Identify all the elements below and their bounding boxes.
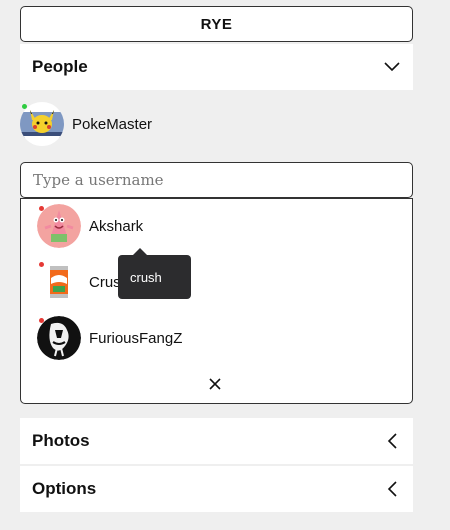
patrick-avatar: [37, 204, 81, 248]
username-search-input[interactable]: [21, 163, 412, 197]
options-section-header[interactable]: Options: [20, 466, 413, 512]
offline-status-icon: [39, 206, 44, 211]
suggestion-username: FuriousFangZ: [89, 329, 183, 347]
people-section-title: People: [32, 57, 88, 76]
chevron-left-icon[interactable]: [383, 480, 401, 498]
room-name: RYE: [200, 15, 233, 33]
list-item[interactable]: Akshark: [37, 203, 143, 249]
list-item[interactable]: FuriousFangZ: [37, 315, 182, 361]
photos-section-title: Photos: [32, 431, 90, 450]
chevron-down-icon[interactable]: [383, 58, 401, 76]
options-section-title: Options: [32, 479, 97, 498]
username-tooltip: crush: [118, 248, 191, 299]
close-icon[interactable]: [207, 376, 223, 392]
chat-side-panel: RYE People PokeMaster Type a username Ak…: [20, 0, 413, 530]
room-name-button[interactable]: RYE: [20, 6, 413, 42]
chevron-left-icon[interactable]: [383, 432, 401, 450]
people-section-header[interactable]: People: [20, 44, 413, 90]
bw-character-avatar: [37, 316, 81, 360]
list-item[interactable]: Crush: [37, 259, 129, 305]
photos-section-header[interactable]: Photos: [20, 418, 413, 464]
current-username: PokeMaster: [72, 115, 153, 133]
tooltip-text: crush: [130, 269, 162, 285]
offline-status-icon: [39, 318, 44, 323]
online-status-icon: [22, 104, 27, 109]
pikachu-avatar: [20, 102, 64, 146]
offline-status-icon: [39, 262, 44, 267]
username-search[interactable]: [20, 162, 413, 198]
current-user: PokeMaster: [20, 101, 152, 147]
soda-can-avatar: [37, 260, 81, 304]
suggestion-username: Akshark: [89, 217, 144, 235]
user-suggestion-list: Akshark Crush FuriousFangZ: [20, 198, 413, 404]
